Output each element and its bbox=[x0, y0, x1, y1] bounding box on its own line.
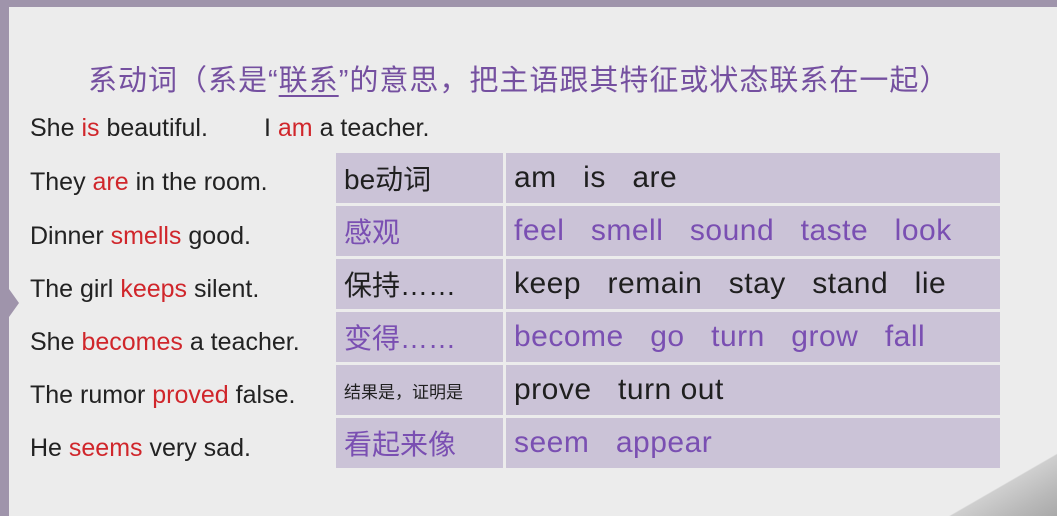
category-cell: 感观 bbox=[336, 206, 503, 256]
verb-highlight: becomes bbox=[81, 328, 183, 356]
verb-highlight: proved bbox=[152, 381, 229, 409]
verbs-cell: am is are bbox=[506, 153, 1000, 203]
intro-sentence-2: I am a teacher. bbox=[264, 114, 430, 142]
example-sentence: She becomes a teacher. bbox=[30, 328, 300, 356]
example-sentence: They are in the room. bbox=[30, 168, 268, 196]
example-sentence: He seems very sad. bbox=[30, 434, 251, 462]
verb-highlight: are bbox=[92, 168, 129, 196]
intro-sentence-1: She is beautiful. bbox=[30, 114, 208, 142]
verbs-cell: seem appear bbox=[506, 418, 1000, 468]
title-text-before: 系动词（系是“ bbox=[88, 65, 279, 97]
example-sentence: The rumor proved false. bbox=[30, 381, 296, 409]
example-sentence: Dinner smells good. bbox=[30, 222, 251, 250]
verbs-cell: become go turn grow fall bbox=[506, 312, 1000, 362]
category-cell: be动词 bbox=[336, 153, 503, 203]
category-cell: 保持…… bbox=[336, 259, 503, 309]
verbs-cell: prove turn out bbox=[506, 365, 1000, 415]
title-underlined-word: 联系 bbox=[278, 65, 339, 97]
category-cell: 结果是，证明是 bbox=[336, 365, 503, 415]
category-cell: 变得…… bbox=[336, 312, 503, 362]
example-sentence: The girl keeps silent. bbox=[30, 275, 260, 303]
category-cell: 看起来像 bbox=[336, 418, 503, 468]
verbs-cell: keep remain stay stand lie bbox=[506, 259, 1000, 309]
verbs-cell: feel smell sound taste look bbox=[506, 206, 1000, 256]
verb-highlight: am bbox=[277, 114, 313, 142]
page-title: 系动词（系是“联系”的意思，把主语跟其特征或状态联系在一起） bbox=[88, 57, 949, 99]
verb-highlight: smells bbox=[110, 222, 182, 250]
slide-notch bbox=[9, 289, 19, 317]
verb-highlight: is bbox=[81, 114, 100, 142]
verb-highlight: seems bbox=[68, 434, 143, 462]
verb-highlight: keeps bbox=[120, 275, 188, 303]
title-text-after: ”的意思，把主语跟其特征或状态联系在一起） bbox=[338, 65, 950, 97]
